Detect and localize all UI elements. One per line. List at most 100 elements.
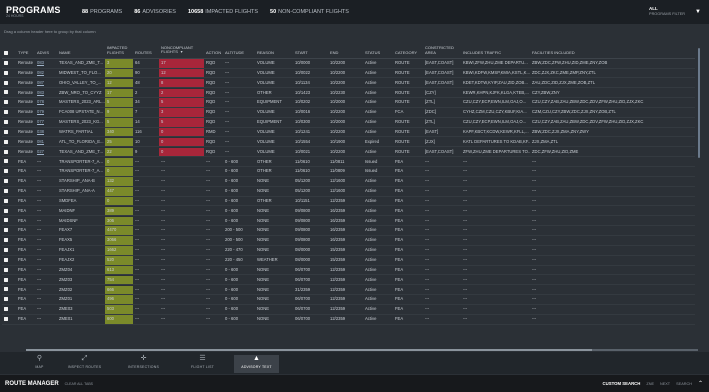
table-row[interactable]: Reroute 077 MASTERS_2023_KG... 5 14 5 RQD --- EQ… [2, 118, 695, 128]
cell-advis[interactable]: 079 [35, 108, 57, 117]
row-checkbox[interactable] [4, 139, 8, 144]
cell-advis[interactable]: --- [35, 226, 57, 235]
column-header-nc[interactable]: NONCOMPLIANT FLIGHTS ▼ [159, 46, 204, 58]
row-checkbox[interactable] [4, 218, 8, 223]
row-checkbox[interactable] [4, 287, 8, 292]
row-checkbox[interactable] [4, 316, 8, 321]
row-select[interactable] [2, 256, 16, 265]
cell-advis[interactable]: --- [35, 315, 57, 324]
advisory-link[interactable]: 081 [37, 139, 44, 144]
chevron-down-icon[interactable]: ▼ [695, 9, 701, 15]
row-checkbox[interactable] [4, 80, 8, 85]
cell-advis[interactable]: --- [35, 305, 57, 314]
table-row[interactable]: Reroute 079 FCA008 UPSTATE_N... 9 7 3 RQD --- VO… [2, 108, 695, 118]
cell-advis[interactable]: 077 [35, 118, 57, 127]
table-row[interactable]: Reroute 082 MIDWEST_TO_FLO... 20 90 12 RQD --- V… [2, 68, 695, 79]
cell-advis[interactable]: 083 [35, 59, 57, 68]
row-select[interactable] [2, 315, 16, 324]
column-header-category[interactable]: CATEGORY [393, 51, 423, 58]
horizontal-scrollbar[interactable] [26, 349, 698, 351]
footer-search-button[interactable]: SEARCH [676, 382, 692, 386]
row-checkbox[interactable] [4, 119, 8, 124]
column-header-traffic[interactable]: INCLUDES TRAFFIC [461, 51, 530, 58]
row-select[interactable] [2, 69, 16, 78]
horizontal-scroll-thumb[interactable] [26, 349, 592, 351]
row-select[interactable] [2, 128, 16, 137]
row-checkbox[interactable] [4, 179, 8, 184]
column-header-name[interactable]: NAME [57, 51, 105, 58]
row-select[interactable] [2, 167, 16, 176]
table-row[interactable]: FEA --- FEAJX1 1662 --- --- --- 220 - 470 NONE 08… [2, 246, 695, 256]
table-row[interactable]: FEA --- ZMZ02 666 --- --- --- 0 - 600 NONE 31/235… [2, 285, 695, 296]
cell-advis[interactable]: 087 [35, 79, 57, 88]
footer-zne-button[interactable]: ZNE [646, 382, 654, 386]
row-checkbox[interactable] [4, 169, 8, 174]
advisory-link[interactable]: 082 [37, 70, 44, 75]
cell-advis[interactable]: --- [35, 158, 57, 167]
advisory-link[interactable]: 078 [37, 99, 44, 104]
table-row[interactable]: FEA --- ZMZ03 754 --- --- --- 0 - 600 NONE 06/070… [2, 275, 695, 286]
cell-advis[interactable]: 027 [35, 148, 57, 157]
cell-advis[interactable]: 081 [35, 138, 57, 147]
row-select[interactable] [2, 138, 16, 147]
toolbar-intersections-button[interactable]: ✛ INTERSECTIONS [121, 355, 166, 373]
sort-desc-icon[interactable]: ▼ [180, 50, 183, 54]
row-select[interactable] [2, 79, 16, 88]
row-checkbox[interactable] [4, 198, 8, 203]
row-checkbox[interactable] [4, 248, 8, 253]
table-row[interactable]: FEA --- TRANSPORTER-7_A... 0 --- --- --- 0 - 60… [2, 167, 695, 177]
advisory-link[interactable]: 027 [37, 149, 44, 154]
clear-all-tabs-button[interactable]: CLEAR ALL TABS [65, 382, 93, 386]
row-select[interactable] [2, 266, 16, 275]
row-checkbox[interactable] [4, 100, 8, 105]
advisory-link[interactable]: 087 [37, 80, 44, 85]
chevron-up-icon[interactable]: ⌃ [698, 380, 703, 387]
table-row[interactable]: FEA --- TRANSPORTER-7_A... 0 --- --- --- 0 - 60… [2, 157, 695, 167]
column-header-advis[interactable]: ADVIS [35, 51, 57, 58]
row-checkbox[interactable] [4, 149, 8, 154]
cell-advis[interactable]: 082 [35, 69, 57, 78]
column-header-status[interactable]: STATUS [363, 51, 393, 58]
table-row[interactable]: FEA --- ZMZ04 613 --- --- --- 0 - 600 NONE 06/070… [2, 265, 695, 276]
vertical-scrollbar[interactable] [698, 48, 700, 158]
footer-next-button[interactable]: NEXT [660, 382, 670, 386]
row-checkbox[interactable] [4, 188, 8, 193]
cell-advis[interactable]: --- [35, 167, 57, 176]
table-row[interactable]: Reroute 078 MASTERS_2023_ARL... 5 34 5 RQD --- E… [2, 98, 695, 108]
row-select[interactable] [2, 226, 16, 235]
cell-advis[interactable]: --- [35, 236, 57, 245]
table-row[interactable]: FEA --- FEAX7 4470 --- --- --- 200 - 500 NONE 09/… [2, 226, 695, 236]
column-header-facilities[interactable]: FACILITIES INCLUDED [530, 51, 675, 58]
row-checkbox[interactable] [4, 110, 8, 115]
cell-advis[interactable]: 078 [35, 98, 57, 107]
row-select[interactable] [2, 286, 16, 295]
row-checkbox[interactable] [4, 159, 8, 164]
row-select[interactable] [2, 197, 16, 206]
table-row[interactable]: Reroute 083 ZBW_NRO_TO_CYYZ 17 2 2 RQD --- OTHER… [2, 88, 695, 99]
row-select[interactable] [2, 276, 16, 285]
cell-advis[interactable]: --- [35, 295, 57, 304]
row-select[interactable] [2, 108, 16, 117]
cell-advis[interactable]: 038 [35, 128, 57, 137]
cell-advis[interactable]: --- [35, 286, 57, 295]
table-row[interactable]: FEA --- MAIDSNF 306 --- --- --- 0 - 600 NONE 09/0… [2, 216, 695, 227]
row-select[interactable] [2, 98, 16, 107]
row-checkbox[interactable] [4, 307, 8, 312]
row-checkbox[interactable] [4, 277, 8, 282]
toolbar-map-button[interactable]: ⚲ MAP [17, 355, 62, 373]
row-checkbox[interactable] [4, 90, 8, 95]
column-header-start[interactable]: START [293, 51, 328, 58]
advisory-link[interactable]: 077 [37, 119, 44, 124]
row-checkbox[interactable] [4, 267, 8, 272]
cell-advis[interactable]: --- [35, 217, 57, 226]
row-checkbox[interactable] [4, 70, 8, 75]
table-row[interactable]: Reroute 038 WATRS_PARTIAL 340 116 0 RMD --- VOLU… [2, 127, 695, 138]
row-select[interactable] [2, 236, 16, 245]
table-row[interactable]: FEA --- ZME01 600 --- --- --- 0 - 600 NONE 06/070… [2, 315, 695, 325]
column-header-area[interactable]: CONSTRICTED AREA [423, 46, 461, 58]
row-checkbox[interactable] [4, 228, 8, 233]
toolbar-inspect-routes-button[interactable]: ⤢ INSPECT ROUTES [62, 355, 107, 373]
column-header-type[interactable]: TYPE [16, 51, 35, 58]
toolbar-flight-list-button[interactable]: ☰ FLIGHT LIST [180, 355, 225, 373]
cell-advis[interactable]: --- [35, 187, 57, 196]
